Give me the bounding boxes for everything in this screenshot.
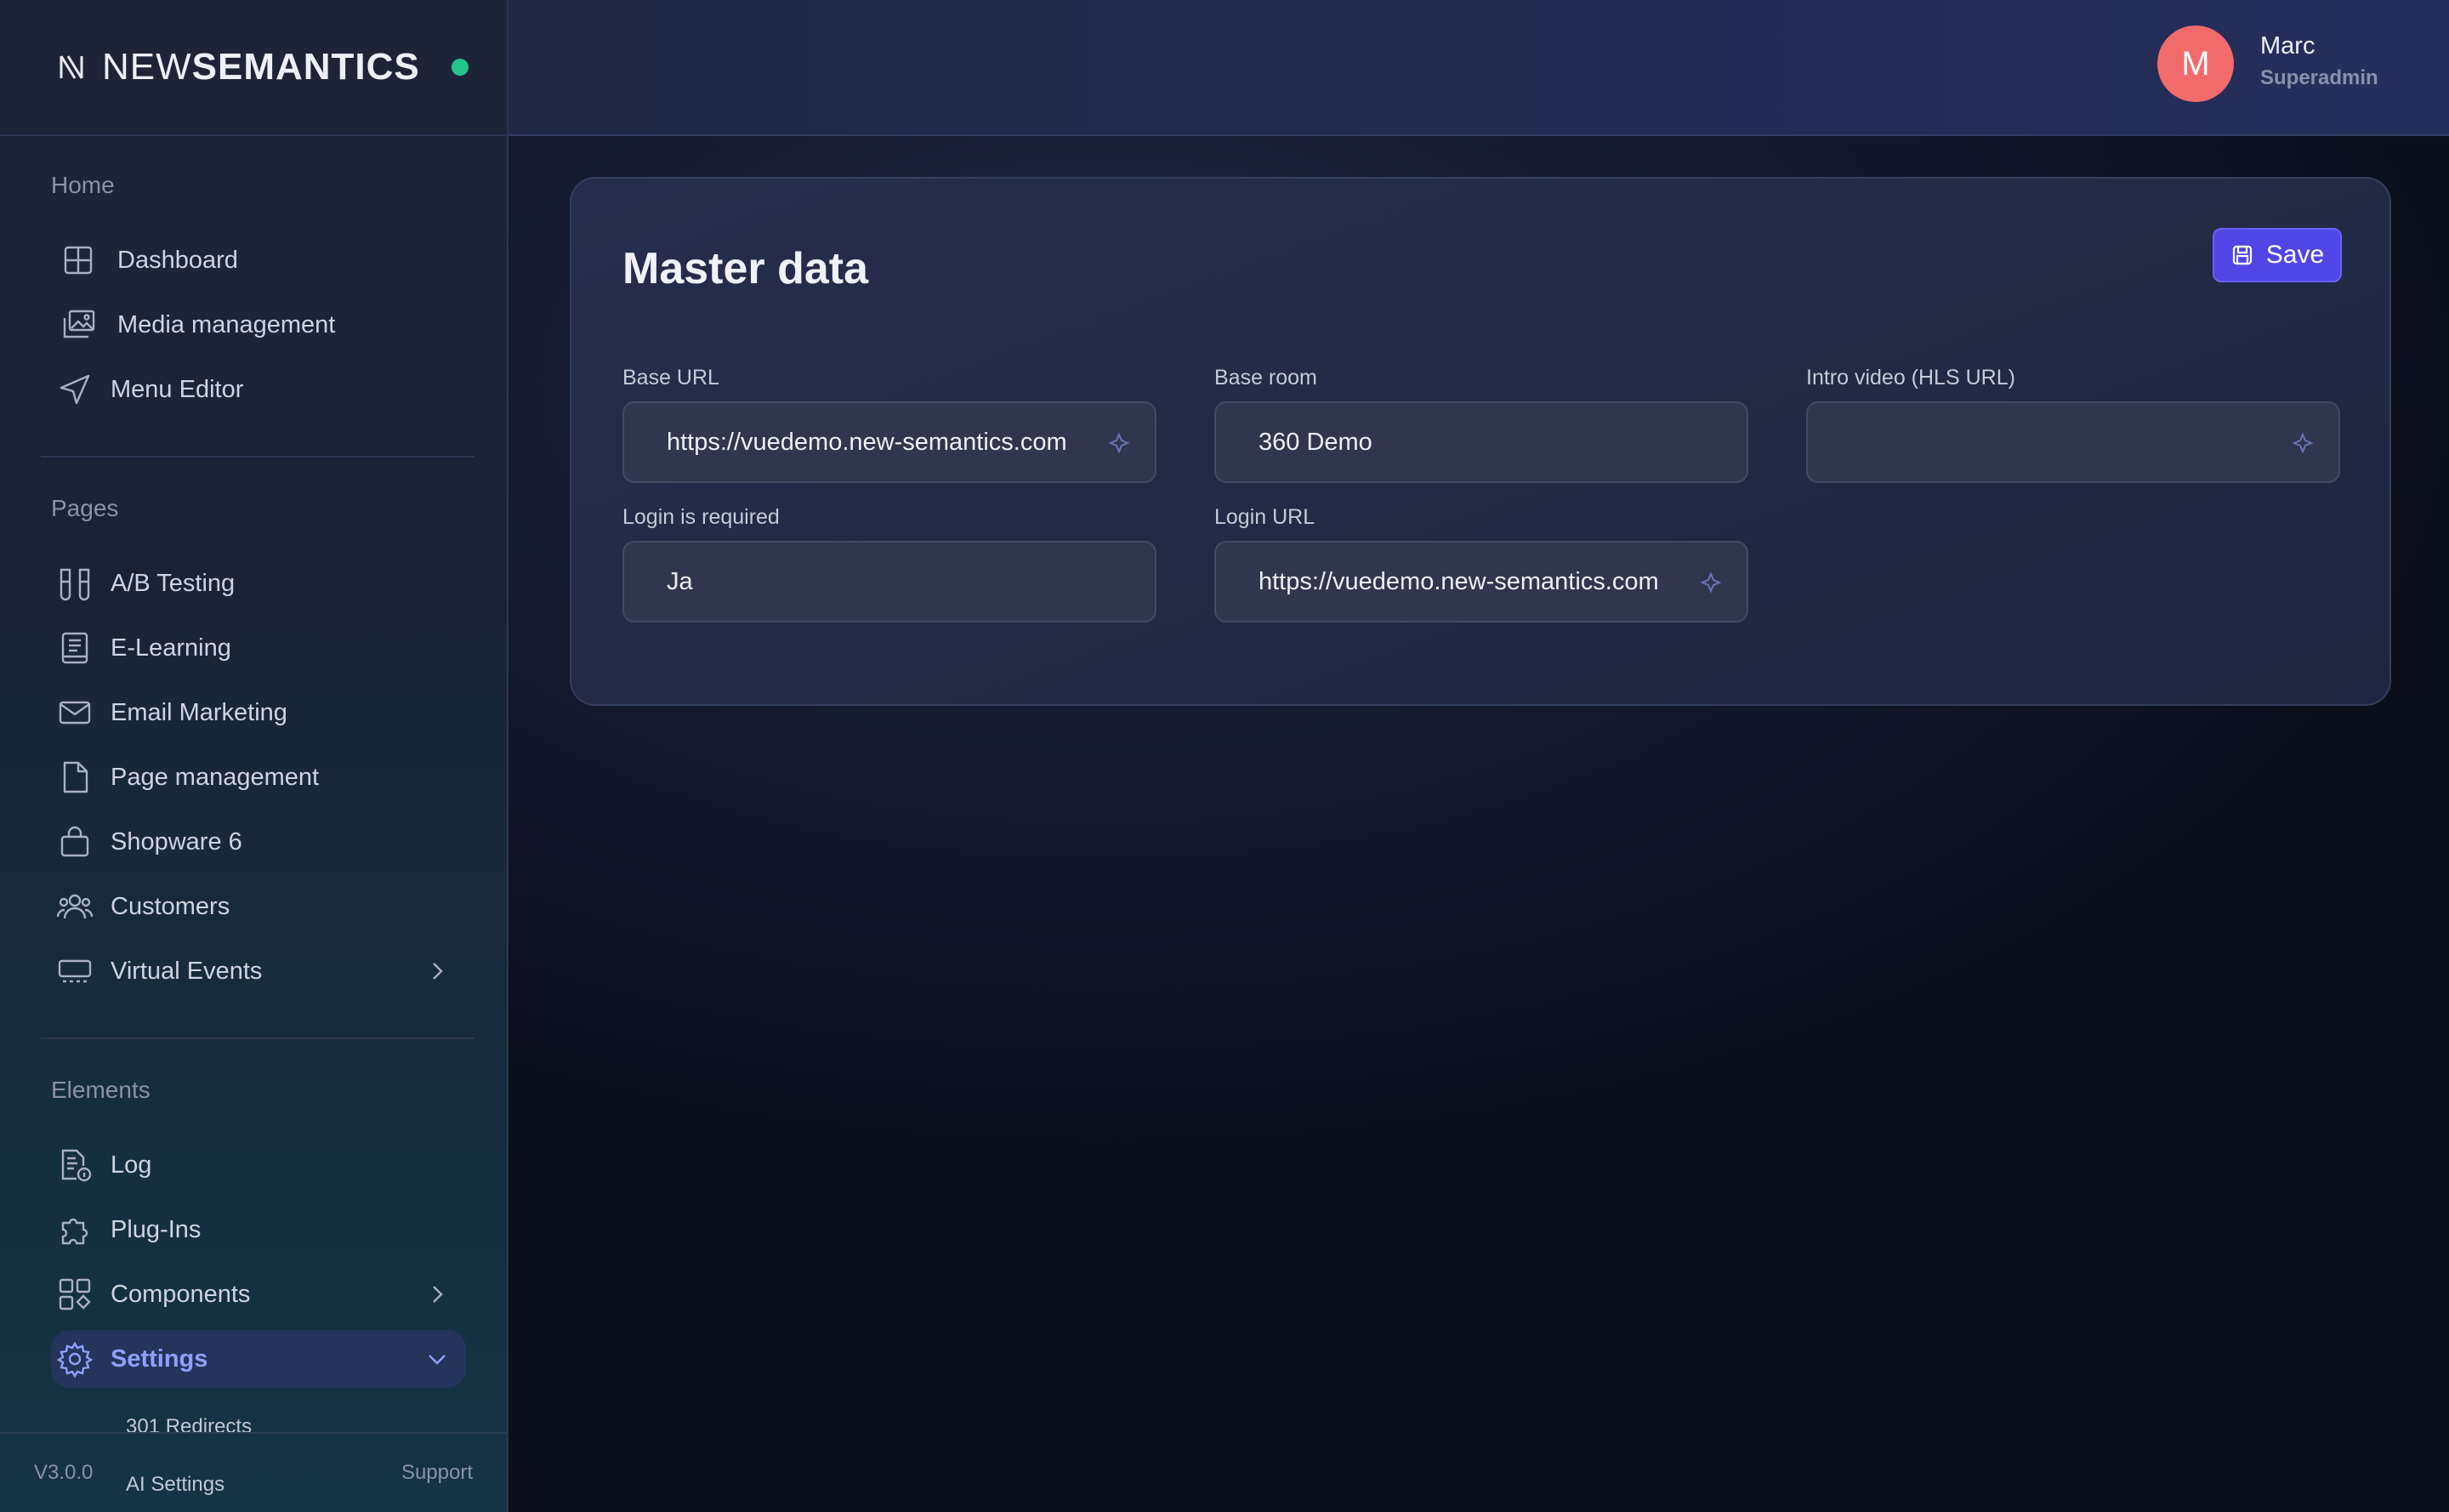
- images-icon: [60, 306, 97, 344]
- sidebar-item-plug-ins[interactable]: Plug-Ins: [51, 1201, 466, 1259]
- shopping-bag-icon: [56, 823, 94, 861]
- online-status-dot: [452, 59, 469, 76]
- sidebar-item-settings[interactable]: Settings: [51, 1330, 466, 1388]
- mail-icon: [56, 694, 94, 731]
- send-icon: [56, 371, 94, 408]
- sidebar-item-ab-testing[interactable]: A/B Testing: [51, 554, 466, 612]
- sidebar-item-log[interactable]: Log: [51, 1136, 466, 1194]
- login-url-label: Login URL: [1214, 505, 1315, 529]
- components-icon: [56, 1276, 94, 1313]
- base-room-label: Base room: [1214, 366, 1317, 389]
- user-role: Superadmin: [2260, 66, 2378, 89]
- sidebar-item-dashboard[interactable]: Dashboard: [51, 231, 466, 289]
- file-icon: [56, 759, 94, 796]
- section-title-pages: Pages: [51, 495, 119, 521]
- chevron-right-icon[interactable]: [425, 1282, 449, 1306]
- sidebar-footer: V3.0.0 Support: [0, 1432, 507, 1512]
- login-url-value: https://vuedemo.new-semantics.com: [1259, 567, 1659, 595]
- sidebar-item-menu-editor[interactable]: Menu Editor: [51, 361, 466, 418]
- page-title: Master data: [622, 244, 868, 293]
- chevron-down-icon[interactable]: [425, 1347, 449, 1371]
- login-required-select[interactable]: Ja: [622, 541, 1156, 622]
- brand-logo-icon: [58, 53, 87, 82]
- users-icon: [56, 888, 94, 925]
- save-icon: [2232, 245, 2252, 265]
- sidebar-item-label: Virtual Events: [111, 957, 263, 985]
- sidebar-item-label: Shopware 6: [111, 827, 242, 855]
- sidebar-item-label: Media management: [117, 310, 336, 338]
- intro-video-input[interactable]: [1806, 401, 2340, 483]
- sidebar-item-label: Customers: [111, 892, 230, 920]
- sidebar-item-label: Email Marketing: [111, 698, 287, 726]
- sparkle-icon[interactable]: [2291, 432, 2315, 456]
- sidebar-item-customers[interactable]: Customers: [51, 878, 466, 935]
- brand-name-bold: SEMANTICS: [191, 46, 420, 88]
- sidebar-item-e-learning[interactable]: E-Learning: [51, 619, 466, 677]
- base-url-value: https://vuedemo.new-semantics.com: [667, 428, 1067, 456]
- section-title-home: Home: [51, 172, 115, 198]
- base-room-value: 360 Demo: [1259, 428, 1372, 456]
- sidebar: NEWSEMANTICS Home Dashboard Media manage…: [0, 0, 509, 1512]
- sparkle-icon[interactable]: [1699, 571, 1723, 595]
- file-info-icon: [56, 1146, 94, 1184]
- section-title-elements: Elements: [51, 1077, 151, 1103]
- sparkle-icon[interactable]: [1107, 432, 1131, 456]
- brand-name: NEWSEMANTICS: [102, 46, 420, 88]
- sidebar-item-label: Dashboard: [117, 246, 238, 274]
- sidebar-item-label: Settings: [111, 1344, 208, 1373]
- sidebar-item-label: Log: [111, 1151, 152, 1179]
- sidebar-item-label: Plug-Ins: [111, 1215, 202, 1243]
- grid-icon: [60, 242, 97, 279]
- sidebar-item-label: A/B Testing: [111, 569, 236, 597]
- login-required-value: Ja: [667, 567, 693, 595]
- intro-video-label: Intro video (HLS URL): [1806, 366, 2015, 389]
- sidebar-item-components[interactable]: Components: [51, 1265, 466, 1323]
- base-room-input[interactable]: 360 Demo: [1214, 401, 1748, 483]
- sidebar-item-label: E-Learning: [111, 634, 231, 662]
- avatar[interactable]: M: [2157, 26, 2234, 102]
- book-icon: [56, 629, 94, 667]
- sidebar-item-page-management[interactable]: Page management: [51, 748, 466, 806]
- base-url-label: Base URL: [622, 366, 719, 389]
- sidebar-item-shopware-6[interactable]: Shopware 6: [51, 813, 466, 871]
- chevron-right-icon[interactable]: [425, 959, 449, 983]
- version-label: V3.0.0: [34, 1461, 94, 1484]
- support-link[interactable]: Support: [401, 1461, 473, 1485]
- sidebar-item-email-marketing[interactable]: Email Marketing: [51, 684, 466, 742]
- login-url-input[interactable]: https://vuedemo.new-semantics.com: [1214, 541, 1748, 622]
- user-name[interactable]: Marc: [2260, 32, 2315, 60]
- save-button-label: Save: [2265, 241, 2325, 269]
- sidebar-item-media-management[interactable]: Media management: [51, 296, 466, 354]
- tv-icon: [56, 952, 94, 990]
- sidebar-divider: [41, 456, 474, 458]
- save-button[interactable]: Save: [2213, 228, 2342, 282]
- sidebar-item-label: Components: [111, 1280, 251, 1308]
- brand-name-light: NEW: [102, 46, 192, 88]
- master-data-card: Master data Save Base URL https://vuedem…: [570, 177, 2391, 706]
- sidebar-item-label: Menu Editor: [111, 375, 244, 403]
- base-url-input[interactable]: https://vuedemo.new-semantics.com: [622, 401, 1156, 483]
- login-required-label: Login is required: [622, 505, 780, 529]
- sidebar-item-label: Page management: [111, 763, 320, 791]
- brand[interactable]: NEWSEMANTICS: [0, 0, 507, 136]
- puzzle-icon: [56, 1211, 94, 1248]
- top-bar: M Marc Superadmin: [509, 0, 2449, 136]
- gear-icon: [56, 1340, 94, 1378]
- test-tubes-icon: [56, 565, 94, 602]
- sidebar-item-virtual-events[interactable]: Virtual Events: [51, 942, 466, 1000]
- sidebar-divider: [41, 1037, 474, 1039]
